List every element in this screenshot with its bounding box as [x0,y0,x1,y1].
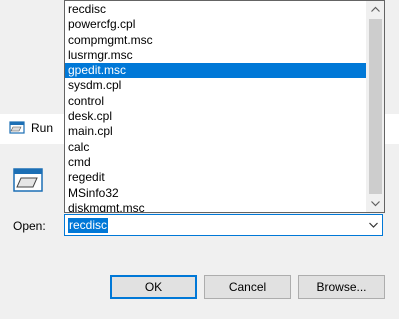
run-icon [13,168,43,192]
dropdown-item[interactable]: main.cpl [65,124,368,139]
dropdown-item[interactable]: regedit [65,170,368,185]
open-input[interactable]: recdisc [68,218,109,233]
scrollbar[interactable] [366,1,384,212]
dropdown-item[interactable]: recdisc [65,2,368,17]
open-combobox[interactable]: recdisc [64,214,383,236]
dropdown-item[interactable]: gpedit.msc [65,63,368,79]
cancel-button[interactable]: Cancel [204,275,291,299]
dropdown-item[interactable]: diskmgmt.msc [65,201,368,212]
scroll-down-icon[interactable] [367,195,384,212]
scrollbar-thumb[interactable] [369,19,382,194]
dropdown-item[interactable]: cmd [65,155,368,170]
scroll-up-icon[interactable] [367,1,384,18]
history-dropdown[interactable]: recdisc powercfg.cpl compmgmt.msc lusrmgr.m… [64,0,385,213]
dropdown-item[interactable]: lusrmgr.msc [65,48,368,63]
dropdown-item[interactable]: control [65,94,368,109]
open-label: Open: [13,219,46,233]
dropdown-item[interactable]: compmgmt.msc [65,33,368,48]
combo-dropdown-button[interactable] [364,215,382,235]
ok-button[interactable]: OK [110,275,197,299]
window-title: Run [31,121,54,135]
dropdown-item[interactable]: sysdm.cpl [65,78,368,93]
dropdown-item[interactable]: calc [65,140,368,155]
dropdown-item[interactable]: MSinfo32 [65,186,368,201]
browse-button[interactable]: Browse... [298,275,385,299]
history-list: recdisc powercfg.cpl compmgmt.msc lusrmgr.m… [65,2,368,212]
chevron-down-icon [369,222,378,228]
dropdown-item[interactable]: powercfg.cpl [65,17,368,32]
run-icon [9,121,25,134]
dropdown-item[interactable]: desk.cpl [65,109,368,124]
